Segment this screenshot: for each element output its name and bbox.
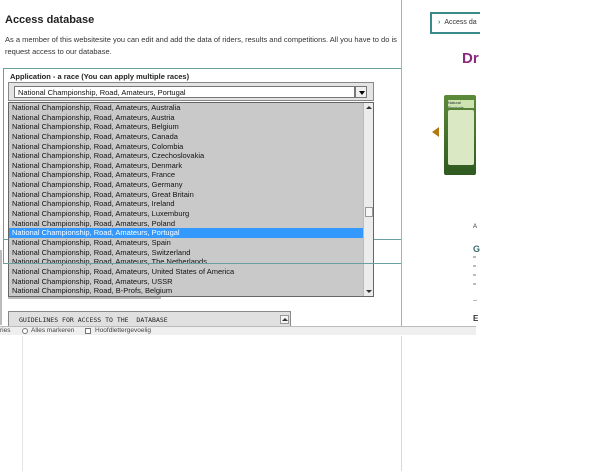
frame-border (0, 250, 2, 325)
brand-text: Dr (462, 50, 479, 67)
race-option[interactable]: National Championship, Road, Amateurs, A… (9, 113, 364, 123)
list-scrollbar[interactable] (363, 103, 373, 296)
sidebar-heading-g: G (473, 244, 481, 254)
product-label-panel (448, 110, 474, 165)
scroll-up-icon[interactable] (280, 315, 289, 324)
scroll-down-icon[interactable] (364, 287, 373, 296)
race-option[interactable]: National Championship, Road, Amateurs, L… (9, 209, 364, 219)
blank-area (0, 336, 600, 471)
divider (22, 336, 23, 471)
scroll-thumb[interactable] (365, 207, 373, 217)
chevron-down-icon[interactable] (355, 86, 367, 98)
guidelines-textarea[interactable]: GUIDELINES FOR ACCESS TO THE DATABASE (8, 311, 291, 327)
find-prefix: ries (0, 327, 11, 334)
product-label: Natural Products (448, 100, 474, 108)
scroll-up-icon[interactable] (364, 103, 373, 112)
race-option[interactable]: National Championship, Road, B-Profs, Be… (9, 286, 364, 296)
carousel-prev-icon[interactable] (432, 127, 439, 137)
race-option[interactable]: National Championship, Road, Amateurs, G… (9, 190, 364, 200)
race-select-value[interactable]: National Championship, Road, Amateurs, P… (14, 86, 355, 98)
tab-label: Access da (444, 19, 477, 26)
divider (401, 336, 402, 471)
race-option[interactable]: National Championship, Road, Amateurs, C… (9, 132, 364, 142)
race-option[interactable]: National Championship, Road, Amateurs, P… (9, 219, 364, 229)
match-case-label[interactable]: Hoofdlettergevoelig (95, 327, 151, 335)
sidebar-heading-e: E (473, 314, 479, 323)
race-option[interactable]: National Championship, Road, Amateurs, I… (9, 199, 364, 209)
race-option[interactable]: National Championship, Road, Amateurs, C… (9, 142, 364, 152)
race-options: National Championship, Road, Amateurs, A… (9, 103, 364, 296)
sidebar-text-a: A (473, 224, 478, 230)
page: Access database As a member of this webs… (0, 0, 600, 471)
application-label: Application - a race (You can apply mult… (10, 72, 190, 81)
divider (473, 300, 477, 301)
access-database-tab[interactable]: › Access da (430, 12, 480, 34)
race-option[interactable]: National Championship, Road, Amateurs, D… (9, 161, 364, 171)
race-option[interactable]: National Championship, Road, Amateurs, F… (9, 170, 364, 180)
match-case-checkbox[interactable] (85, 328, 91, 334)
race-option[interactable]: National Championship, Road, Amateurs, G… (9, 180, 364, 190)
mark-all-radio[interactable] (22, 328, 28, 334)
divider (8, 297, 161, 299)
race-option[interactable]: National Championship, Road, Amateurs, B… (9, 122, 364, 132)
race-option[interactable]: National Championship, Road, Amateurs, U… (9, 277, 364, 287)
intro-text: As a member of this websitesite you can … (5, 35, 397, 56)
tab-arrow-icon: › (438, 19, 441, 26)
race-option[interactable]: National Championship, Road, Amateurs, A… (9, 103, 364, 113)
race-option[interactable]: National Championship, Road, Amateurs, U… (9, 267, 364, 277)
application-panel-bottom (3, 240, 402, 264)
race-select[interactable]: National Championship, Road, Amateurs, P… (8, 82, 374, 101)
sidebar-bullets (473, 256, 477, 296)
guidelines-text: GUIDELINES FOR ACCESS TO THE DATABASE (19, 316, 168, 324)
page-title: Access database (5, 14, 95, 26)
race-option[interactable]: National Championship, Road, Amateurs, P… (9, 228, 364, 238)
find-bar: ries Alles markeren Hoofdlettergevoelig (0, 326, 476, 335)
frame-border (401, 0, 402, 330)
mark-all-label[interactable]: Alles markeren (31, 327, 74, 335)
race-options-list[interactable]: National Championship, Road, Amateurs, A… (8, 102, 374, 297)
race-option[interactable]: National Championship, Road, Amateurs, C… (9, 151, 364, 161)
